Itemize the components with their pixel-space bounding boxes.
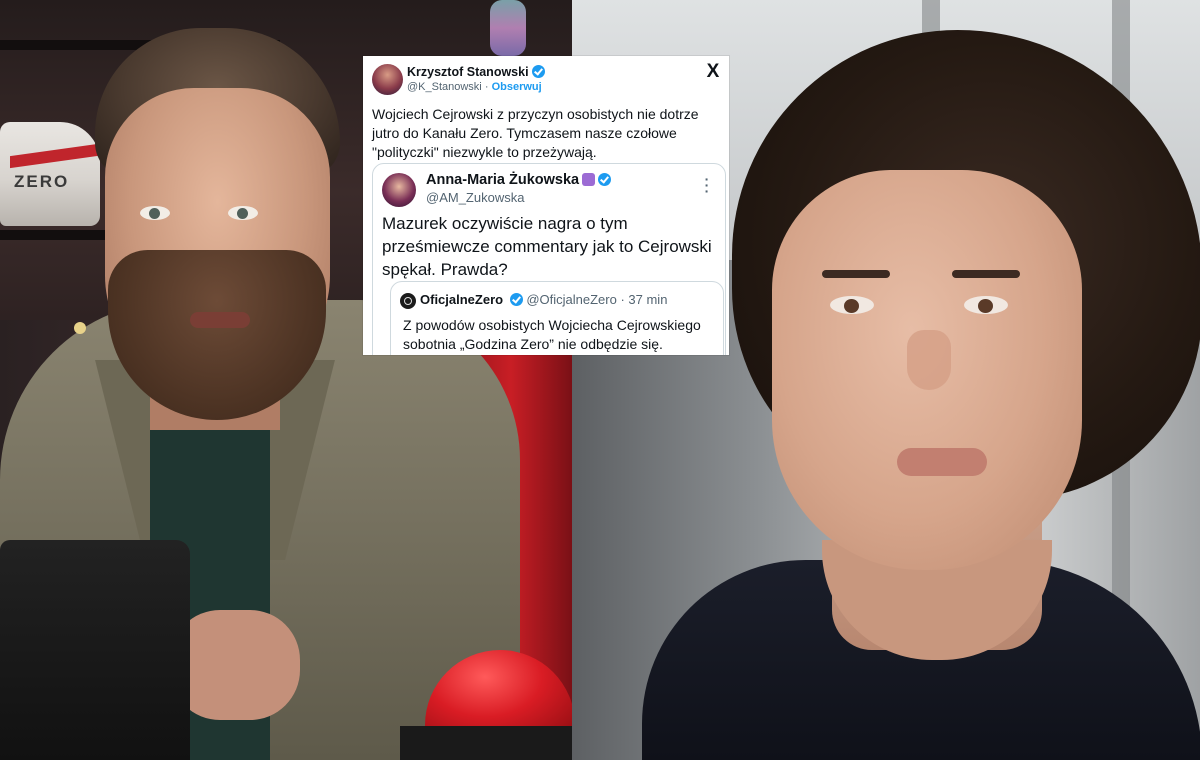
- eyebrow: [822, 270, 890, 278]
- mouth: [190, 312, 250, 328]
- eyebrow: [952, 270, 1020, 278]
- tweet-card[interactable]: Krzysztof Stanowski @K_Stanowski · Obser…: [363, 56, 729, 355]
- eye: [140, 206, 170, 220]
- tweet-text: Wojciech Cejrowski z przyczyn osobistych…: [372, 106, 699, 160]
- verified-badge-icon: [509, 293, 523, 306]
- toy-figure: [490, 0, 526, 56]
- nested-timestamp[interactable]: · 37 min: [620, 292, 667, 307]
- quoted-author-name[interactable]: Anna-Maria Żukowska: [426, 172, 579, 188]
- author-name-row[interactable]: Krzysztof Stanowski: [407, 65, 545, 79]
- nested-author-handle[interactable]: @OficjalneZero: [526, 292, 617, 307]
- eye: [830, 296, 874, 314]
- quoted-tweet-text: Mazurek oczywiście nagra o tym prześmiew…: [382, 214, 712, 279]
- verified-badge-icon: [531, 65, 545, 78]
- nose: [907, 330, 951, 390]
- emoji-icon: [582, 173, 596, 186]
- author-handle-row: @K_Stanowski · Obserwuj: [407, 81, 542, 93]
- quoted-author-name-row[interactable]: Anna-Maria Żukowska: [426, 172, 612, 188]
- nested-tweet-text: Z powodów osobistych Wojciecha Cejrowski…: [403, 317, 701, 352]
- follow-button[interactable]: Obserwuj: [492, 81, 542, 93]
- nested-author-row[interactable]: OficjalneZero @OficjalneZero · 37 min: [420, 292, 667, 307]
- nested-quoted-tweet[interactable]: OficjalneZero @OficjalneZero · 37 min Z …: [390, 281, 724, 355]
- quoted-author-avatar[interactable]: [382, 173, 416, 207]
- buzzer-base: [400, 726, 572, 760]
- x-logo-icon[interactable]: X: [703, 62, 723, 82]
- channel-logo-icon: [400, 293, 416, 309]
- quoted-author-handle[interactable]: @AM_Zukowska: [426, 190, 524, 205]
- microphone-icon: [74, 322, 86, 334]
- quoted-tweet[interactable]: Anna-Maria Żukowska @AM_Zukowska · · · Maz…: [372, 163, 726, 355]
- separator: ·: [484, 81, 489, 93]
- verified-badge-icon: [598, 173, 612, 186]
- more-vertical-icon[interactable]: · · ·: [699, 172, 715, 198]
- author-avatar[interactable]: [372, 64, 403, 95]
- nested-author-name[interactable]: OficjalneZero: [420, 292, 503, 307]
- eye: [228, 206, 258, 220]
- sneaker-logo: ZERO: [14, 172, 70, 191]
- laptop: [0, 540, 190, 760]
- eye: [964, 296, 1008, 314]
- author-handle[interactable]: @K_Stanowski: [407, 81, 482, 93]
- lips: [897, 448, 987, 476]
- author-name[interactable]: Krzysztof Stanowski: [407, 65, 529, 79]
